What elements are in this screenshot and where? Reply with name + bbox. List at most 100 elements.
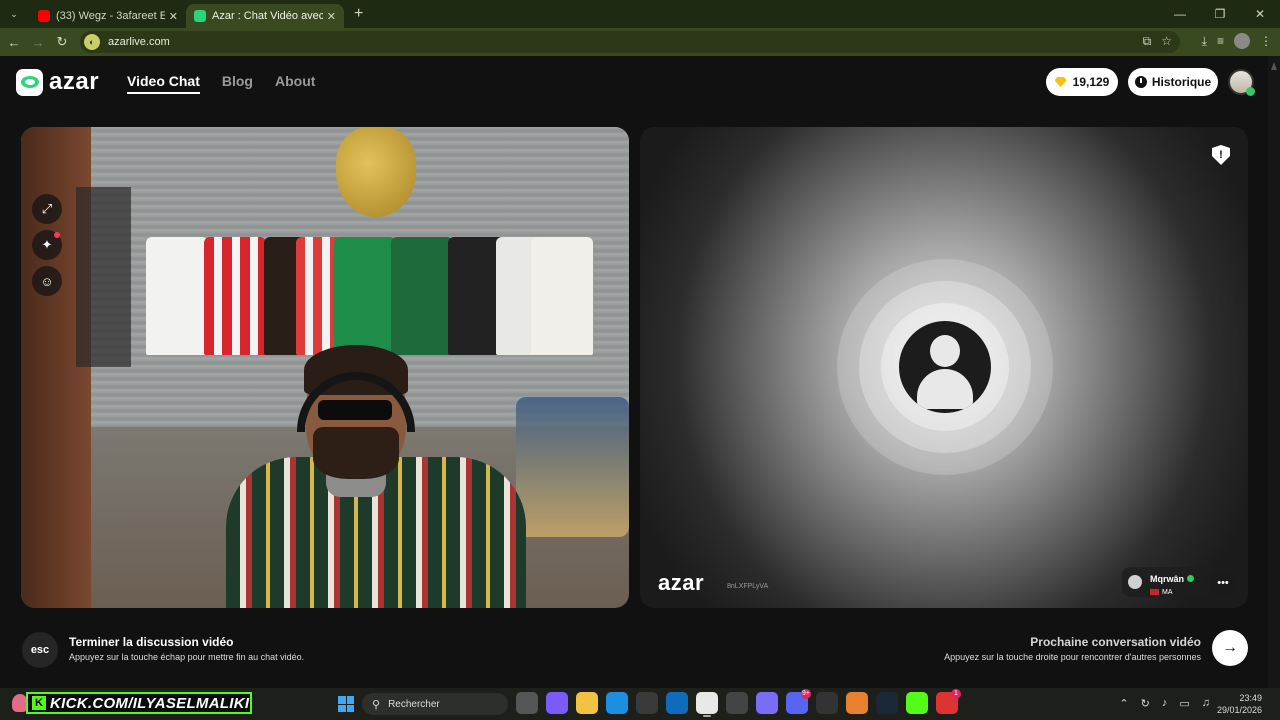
partner-country: MA <box>1162 588 1173 596</box>
obs-icon[interactable] <box>816 692 838 714</box>
armchair <box>516 397 629 537</box>
address-bar-row: ← → ↻ ◐ azarlive.com ⧉ ☆ ⤓ ≡ ⋮ <box>0 28 1280 56</box>
download-icon[interactable]: ⤓ <box>1202 34 1207 49</box>
azar-page: azar Video Chat Blog About 19,129 Histor… <box>0 56 1280 688</box>
next-chat-button[interactable]: → <box>1212 630 1248 666</box>
windows-start-icon[interactable] <box>338 696 354 712</box>
tab-azar[interactable]: Azar : Chat Vidéo avec des inconnus ✕ <box>186 4 344 28</box>
gems-balance-button[interactable]: 19,129 <box>1046 68 1118 96</box>
jersey <box>391 237 453 355</box>
user-icon <box>1128 575 1142 589</box>
gem-icon <box>1054 77 1067 87</box>
taskbar-search[interactable]: ⚲ Rechercher <box>362 693 508 715</box>
clock-time: 23:49 <box>1239 693 1262 703</box>
store-icon[interactable] <box>636 692 658 714</box>
file-explorer-icon[interactable] <box>576 692 598 714</box>
kick-channel-text: KICK.COM/ILYASELMALIKI <box>50 694 250 712</box>
url-field[interactable]: ◐ azarlive.com ⧉ ☆ <box>80 31 1180 53</box>
copilot-icon[interactable] <box>546 692 568 714</box>
jersey <box>334 237 396 355</box>
menu-kebab-icon[interactable]: ⋮ <box>1260 34 1272 48</box>
logo-text: azar <box>49 68 100 95</box>
placeholder-head <box>930 335 960 367</box>
jersey <box>531 237 593 355</box>
sync-icon[interactable]: ↻ <box>1141 697 1150 710</box>
tab-close-icon[interactable]: ✕ <box>327 10 336 23</box>
tab-close-icon[interactable]: ✕ <box>169 10 178 23</box>
nav-video-chat[interactable]: Video Chat <box>127 73 200 94</box>
close-window-button[interactable]: ✕ <box>1240 0 1280 28</box>
task-view-icon[interactable] <box>516 692 538 714</box>
azar-logo-icon <box>16 68 43 96</box>
history-label: Historique <box>1151 75 1212 89</box>
kick-overlay-banner: K KICK.COM/ILYASELMALIKI <box>26 692 252 714</box>
new-tab-button[interactable]: + <box>354 5 363 23</box>
camera-tools: ⤢ ✦ ☺ <box>32 194 62 314</box>
search-icon: ⚲ <box>372 698 381 711</box>
chrome-icon[interactable] <box>696 692 718 717</box>
url-text: azarlive.com <box>108 36 170 48</box>
gems-count: 19,129 <box>1072 75 1110 89</box>
remote-video-placeholder: ! azar 8nLXFPLyVA Mqrwân MA ••• <box>640 127 1248 608</box>
steam-icon[interactable] <box>876 692 898 714</box>
session-id: 8nLXFPLyVA <box>727 583 769 590</box>
nav-about[interactable]: About <box>275 73 315 94</box>
jersey <box>204 237 266 355</box>
discord-badge: 9+ <box>801 689 811 699</box>
brave-icon[interactable]: 1 <box>936 689 961 714</box>
notification-dot <box>54 232 60 238</box>
local-camera-video <box>21 127 629 608</box>
partner-name: Mqrwân <box>1150 573 1185 584</box>
media-control-icon[interactable]: ≡ <box>1217 34 1224 48</box>
maximize-button[interactable]: ❐ <box>1200 0 1240 28</box>
expand-icon[interactable]: ⤢ <box>32 194 62 224</box>
back-arrow-icon[interactable]: ← <box>2 35 26 50</box>
reload-icon[interactable]: ↻ <box>50 34 74 50</box>
nav-blog[interactable]: Blog <box>222 73 253 94</box>
trophy-shelf <box>76 187 131 367</box>
page-scrollbar[interactable] <box>1268 56 1280 688</box>
volume-icon[interactable]: ♫ <box>1202 697 1210 710</box>
kick-logo-icon: K <box>32 696 46 710</box>
discord-icon[interactable]: 9+ <box>786 689 811 714</box>
end-chat-button[interactable]: esc <box>22 632 58 668</box>
kick-app-icon[interactable] <box>906 692 928 714</box>
tab-youtube[interactable]: (33) Wegz - 3afareet El Asphalt ✕ <box>30 4 186 28</box>
user-avatar[interactable] <box>1228 69 1255 96</box>
placeholder-body <box>917 369 973 409</box>
clock-date: 29/01/2026 <box>1216 705 1262 715</box>
partner-info-chip[interactable]: Mqrwân MA <box>1122 567 1222 597</box>
clock-icon <box>1134 76 1147 88</box>
gamepad-icon[interactable] <box>756 692 778 714</box>
magic-wand-icon[interactable]: ✦ <box>32 230 62 260</box>
forward-arrow-icon[interactable]: → <box>26 35 50 50</box>
app-icon[interactable] <box>726 692 748 714</box>
window-controls: — ❐ ✕ <box>1160 0 1280 28</box>
profile-avatar-icon[interactable] <box>1234 33 1250 49</box>
taskbar-clock[interactable]: 23:49 29/01/2026 <box>1217 692 1262 716</box>
face-filter-icon[interactable]: ☺ <box>32 266 62 296</box>
bookmark-star-icon[interactable]: ☆ <box>1161 34 1172 49</box>
brave-badge: 1 <box>951 689 961 699</box>
end-chat-title: Terminer la discussion vidéo <box>69 635 234 649</box>
network-icon[interactable]: ▭ <box>1179 697 1189 710</box>
edge-icon[interactable] <box>606 692 628 714</box>
tab-search-chevron-icon[interactable]: ⌄ <box>6 6 22 22</box>
person-placeholder-icon <box>899 321 991 413</box>
tray-chevron-icon[interactable]: ⌃ <box>1119 697 1128 710</box>
app-icon[interactable] <box>846 692 868 714</box>
site-info-icon[interactable]: ◐ <box>84 34 100 50</box>
outlook-icon[interactable] <box>666 692 688 714</box>
microphone-icon[interactable]: ♪ <box>1162 697 1168 710</box>
chat-bubble-icon[interactable]: ••• <box>1210 570 1236 596</box>
azar-logo[interactable]: azar <box>16 68 99 96</box>
report-shield-icon[interactable]: ! <box>1212 145 1230 165</box>
azar-watermark: azar <box>658 570 705 595</box>
minimize-button[interactable]: — <box>1160 0 1200 28</box>
main-nav: Video Chat Blog About <box>127 73 315 94</box>
azar-favicon-icon <box>194 10 206 22</box>
end-chat-hint: Appuyez sur la touche échap pour mettre … <box>69 652 305 662</box>
history-button[interactable]: Historique <box>1128 68 1218 96</box>
searching-rings <box>837 259 1053 475</box>
install-app-icon[interactable]: ⧉ <box>1143 34 1152 49</box>
